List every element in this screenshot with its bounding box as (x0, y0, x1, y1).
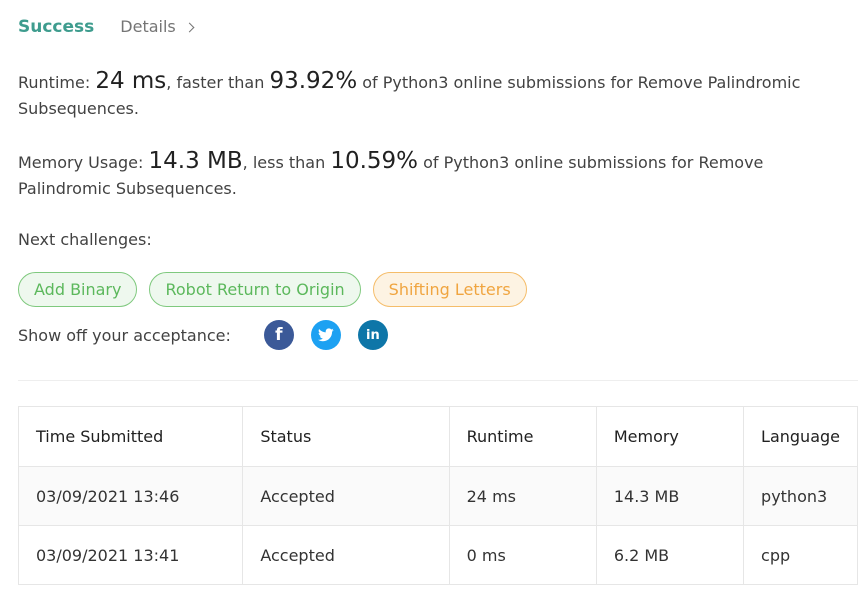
memory-mid-text: , less than (242, 153, 326, 172)
table-row: 03/09/2021 13:46 Accepted 24 ms 14.3 MB … (17, 466, 858, 526)
details-label: Details (120, 17, 176, 36)
details-link[interactable]: Details (120, 17, 195, 36)
header-time-submitted: Time Submitted (17, 406, 244, 467)
cell-status-link[interactable]: Accepted (242, 466, 450, 526)
section-divider (18, 380, 858, 381)
challenge-add-binary[interactable]: Add Binary (18, 272, 138, 307)
cell-time: 03/09/2021 13:41 (17, 525, 244, 585)
header-runtime: Runtime (448, 406, 597, 467)
header-language: Language (743, 406, 858, 467)
cell-runtime: 0 ms (448, 525, 597, 585)
linkedin-icon[interactable]: in (357, 320, 388, 350)
header-status: Status (242, 406, 450, 467)
memory-percent: 10.59% (330, 148, 419, 174)
next-challenges-label: Next challenges: (18, 230, 152, 249)
runtime-label: Runtime: (18, 73, 91, 92)
facebook-glyph: f (275, 325, 283, 345)
challenge-list: Add Binary Robot Return to Origin Shifti… (18, 272, 539, 307)
memory-stat: Memory Usage: 14.3 MB, less than 10.59% … (18, 148, 848, 202)
result-header: Success Details (18, 17, 195, 37)
runtime-mid-text: , faster than (166, 73, 265, 92)
cell-runtime: 24 ms (448, 466, 597, 526)
memory-label: Memory Usage: (18, 153, 144, 172)
memory-value: 14.3 MB (148, 148, 243, 174)
header-memory: Memory (595, 406, 745, 467)
share-label: Show off your acceptance: (18, 325, 231, 345)
submissions-table: Time Submitted Status Runtime Memory Lan… (17, 406, 858, 585)
twitter-icon[interactable] (310, 320, 341, 350)
table-header-row: Time Submitted Status Runtime Memory Lan… (17, 406, 858, 467)
table-row: 03/09/2021 13:41 Accepted 0 ms 6.2 MB cp… (17, 525, 858, 585)
cell-memory: 6.2 MB (595, 525, 745, 585)
runtime-value: 24 ms (95, 68, 167, 94)
challenge-shifting-letters[interactable]: Shifting Letters (372, 272, 527, 307)
status-title: Success (18, 17, 95, 37)
cell-status-link[interactable]: Accepted (242, 525, 450, 585)
runtime-stat: Runtime: 24 ms, faster than 93.92% of Py… (18, 68, 848, 122)
cell-time: 03/09/2021 13:46 (17, 466, 244, 526)
social-icons: f in (263, 320, 405, 350)
twitter-bird-glyph (317, 328, 334, 342)
runtime-percent: 93.92% (269, 68, 358, 94)
cell-memory: 14.3 MB (595, 466, 745, 526)
facebook-icon[interactable]: f (263, 320, 294, 350)
cell-language: python3 (743, 466, 858, 526)
cell-language: cpp (743, 525, 858, 585)
chevron-right-icon (184, 22, 195, 33)
linkedin-glyph: in (366, 327, 380, 343)
share-section: Show off your acceptance: f in (18, 320, 405, 350)
challenge-robot-return-to-origin[interactable]: Robot Return to Origin (149, 272, 361, 307)
